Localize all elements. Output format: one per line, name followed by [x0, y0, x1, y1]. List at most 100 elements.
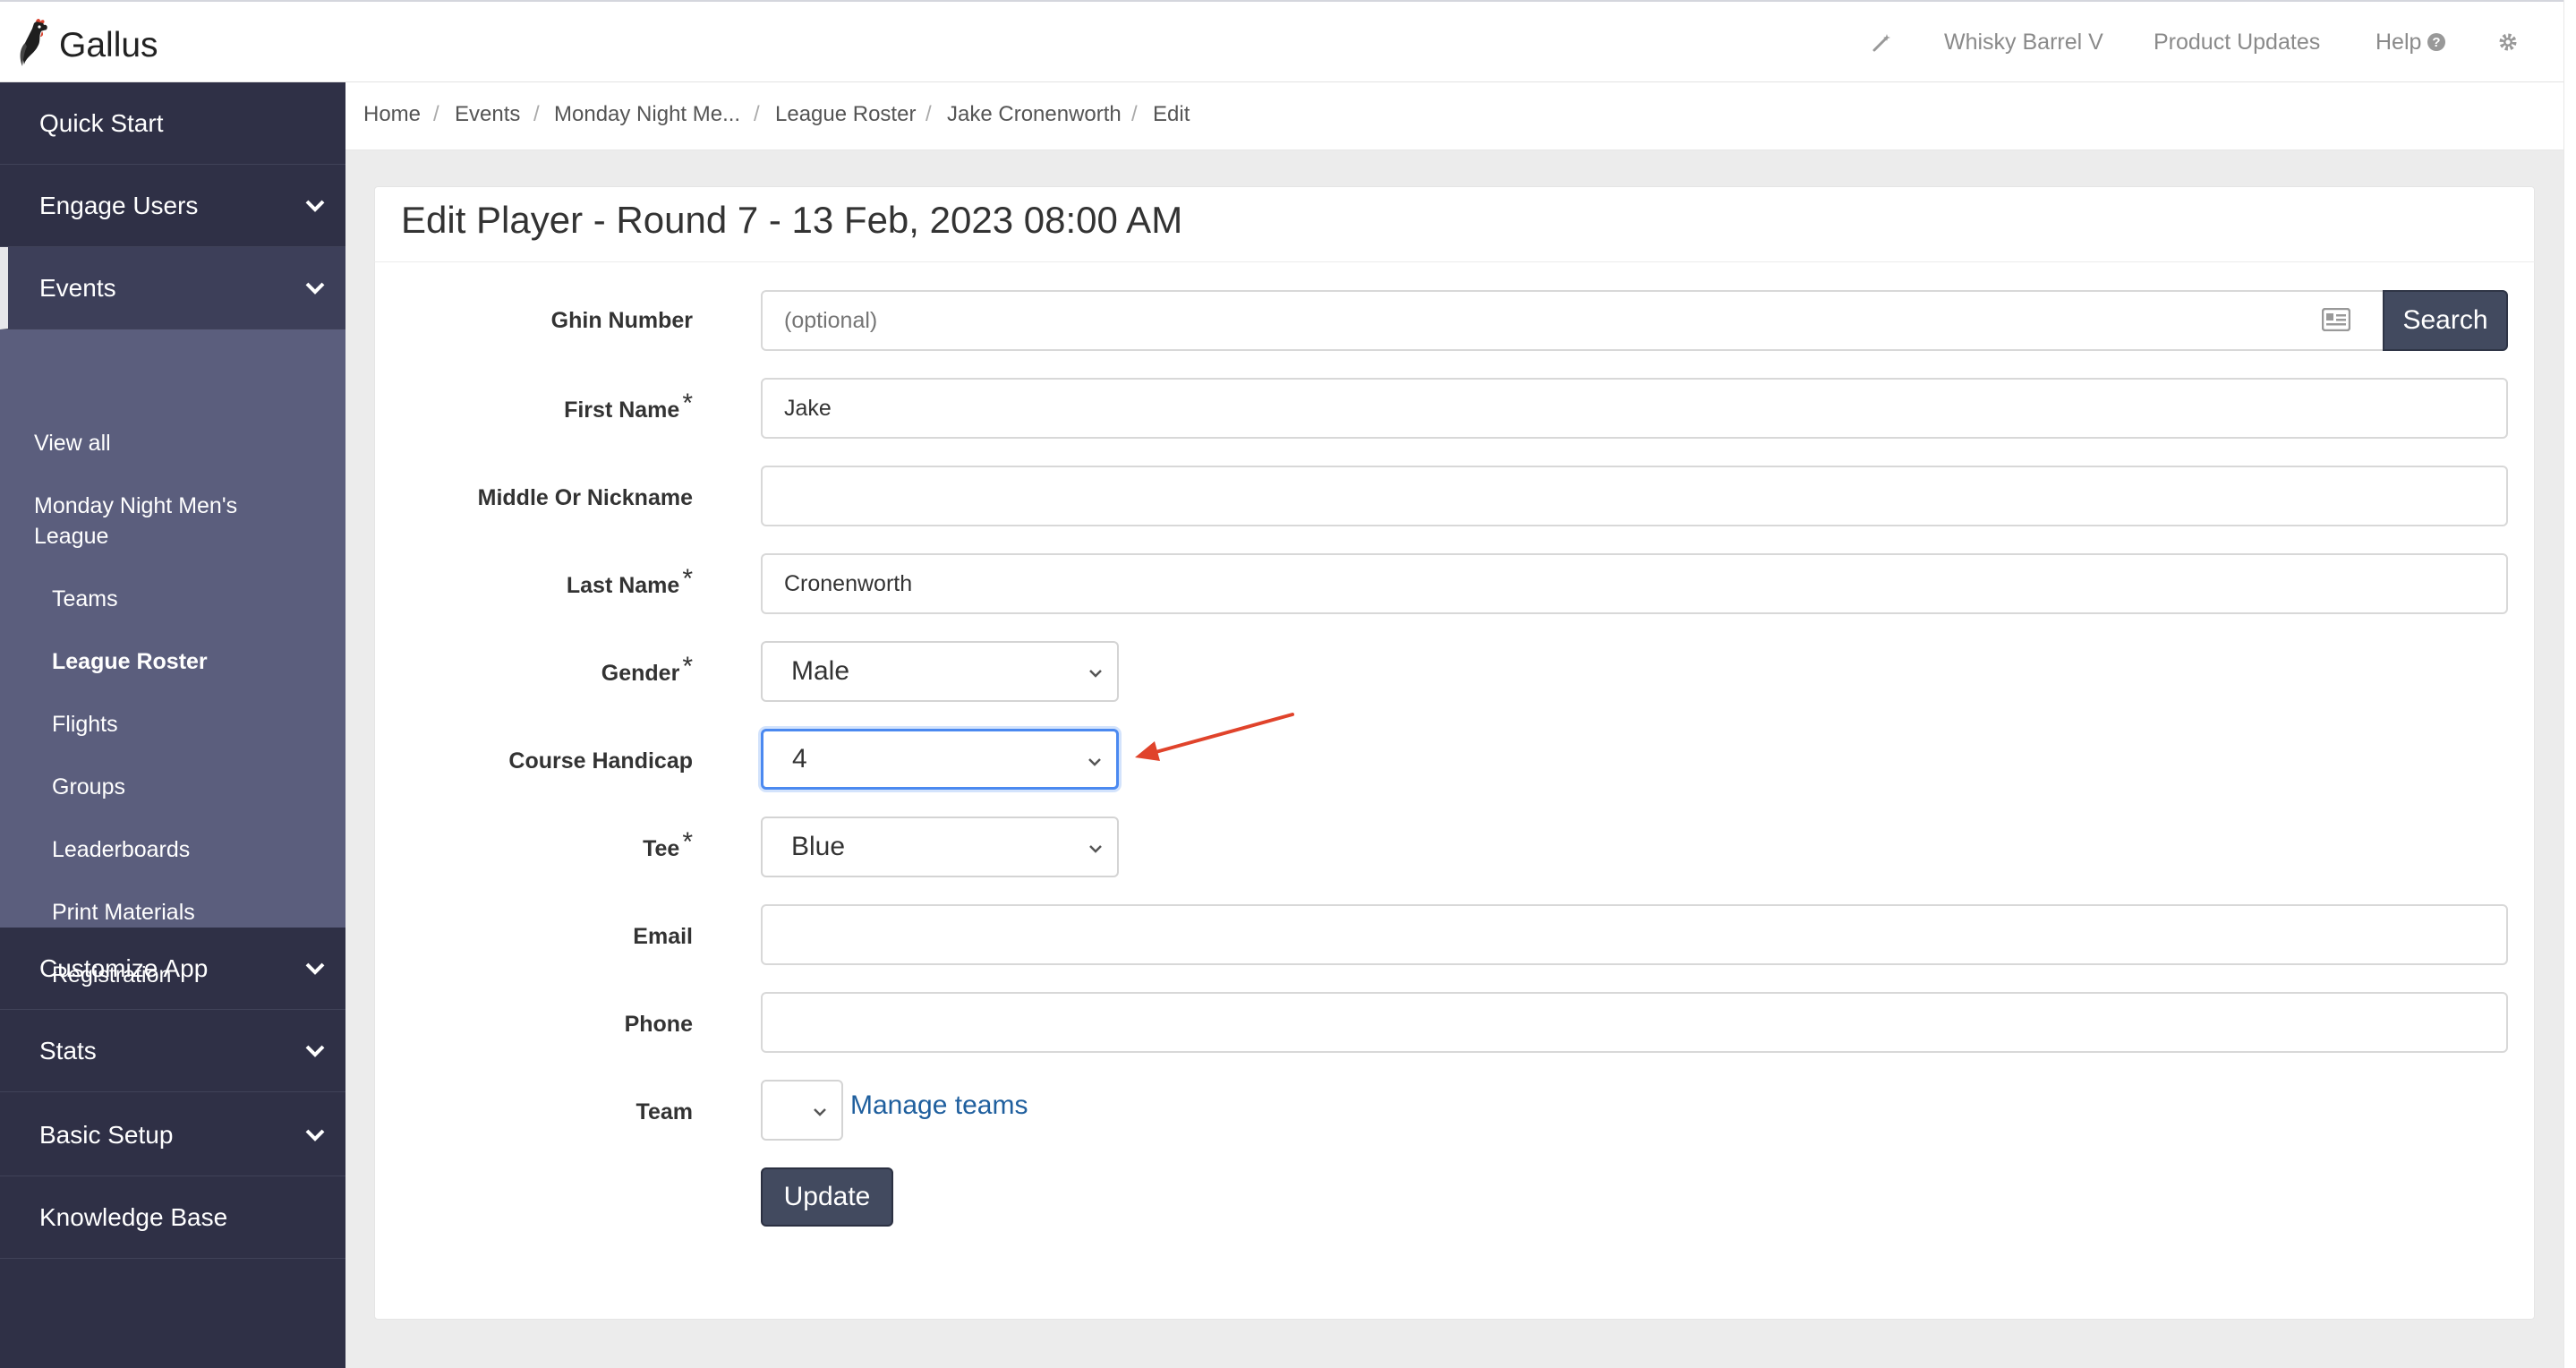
- page-scrollbar[interactable]: [2563, 0, 2576, 1368]
- top-bar: Gallus Whisky Barrel V Product Updates H…: [0, 0, 2563, 82]
- gender-select[interactable]: Male: [761, 641, 1119, 702]
- team-select[interactable]: [761, 1080, 843, 1141]
- last-name-label-text: Last Name: [566, 573, 680, 598]
- breadcrumb: Home / Events / Monday Night Me... / Lea…: [345, 82, 2563, 150]
- tee-select[interactable]: Blue: [761, 817, 1119, 877]
- chevron-down-icon: [305, 962, 325, 975]
- breadcrumb-event[interactable]: Monday Night Me...: [554, 102, 740, 127]
- sidebar-item-customize-app[interactable]: Customize App: [0, 928, 345, 1010]
- required-marker: *: [682, 564, 693, 594]
- question-circle-icon: ?: [2427, 33, 2446, 51]
- first-name-label-text: First Name: [564, 398, 680, 423]
- required-marker: *: [682, 652, 693, 681]
- breadcrumb-separator: /: [433, 102, 439, 126]
- account-menu[interactable]: Whisky Barrel V: [1944, 2, 2103, 82]
- email-field[interactable]: [761, 904, 2508, 965]
- chevron-down-icon: [1089, 845, 1102, 853]
- help-link[interactable]: Help ?: [2376, 2, 2446, 82]
- rooster-logo-icon: [20, 19, 47, 66]
- breadcrumb-separator: /: [533, 102, 540, 126]
- sidebar: Quick Start Engage Users Events View all…: [0, 82, 345, 1368]
- sidebar-item-stats[interactable]: Stats: [0, 1010, 345, 1092]
- submenu-teams[interactable]: Teams: [52, 584, 118, 614]
- gender-label-text: Gender: [601, 661, 680, 686]
- sidebar-item-label: Events: [39, 273, 116, 302]
- sidebar-item-basic-setup[interactable]: Basic Setup: [0, 1094, 345, 1176]
- submenu-league-roster[interactable]: League Roster: [52, 646, 208, 677]
- id-card-icon[interactable]: [2322, 308, 2350, 331]
- middle-name-field[interactable]: [761, 466, 2508, 526]
- first-name-field[interactable]: [761, 378, 2508, 439]
- gear-icon-glyph: [2499, 33, 2517, 51]
- chevron-down-icon: [305, 1045, 325, 1057]
- course-handicap-value: 4: [792, 744, 807, 774]
- chevron-down-icon: [305, 200, 325, 212]
- phone-label: Phone: [624, 1012, 693, 1037]
- ghin-input[interactable]: [761, 290, 2384, 351]
- email-label: Email: [633, 924, 693, 949]
- ghin-label-text: Ghin Number: [550, 308, 693, 333]
- required-marker: *: [682, 827, 693, 857]
- breadcrumb-separator: /: [925, 102, 932, 126]
- app-logo[interactable]: Gallus: [14, 18, 158, 73]
- sidebar-item-label: Basic Setup: [39, 1120, 174, 1149]
- sidebar-item-label: Customize App: [39, 953, 209, 982]
- update-button[interactable]: Update: [761, 1167, 893, 1227]
- last-name-field[interactable]: [761, 553, 2508, 614]
- ghin-label: Ghin Number: [551, 308, 693, 334]
- manage-teams-link[interactable]: Manage teams: [850, 1090, 1028, 1121]
- events-submenu: View all Monday Night Men's League Teams…: [0, 329, 345, 988]
- sidebar-item-knowledge-base[interactable]: Knowledge Base: [0, 1176, 345, 1259]
- sidebar-item-quick-start[interactable]: Quick Start: [0, 82, 345, 165]
- breadcrumb-current: Edit: [1153, 102, 1190, 126]
- submenu-leaderboards[interactable]: Leaderboards: [52, 834, 190, 865]
- help-label: Help: [2376, 29, 2422, 55]
- breadcrumb-separator: /: [1131, 102, 1138, 126]
- chevron-down-icon: [1088, 758, 1101, 766]
- sidebar-item-label: Quick Start: [39, 108, 164, 137]
- gear-icon[interactable]: [2497, 2, 2519, 82]
- submenu-print-materials[interactable]: Print Materials: [52, 897, 195, 928]
- first-name-label: First Name *: [564, 389, 693, 424]
- magic-wand-icon-glyph: [1872, 34, 1890, 52]
- sidebar-item-label: Knowledge Base: [39, 1202, 228, 1231]
- submenu-event-name[interactable]: Monday Night Men's League: [34, 491, 303, 551]
- tee-value: Blue: [791, 832, 846, 861]
- middle-name-label: Middle Or Nickname: [477, 485, 693, 510]
- chevron-down-icon: [305, 1129, 325, 1141]
- gender-value: Male: [791, 656, 850, 686]
- breadcrumb-home[interactable]: Home: [363, 102, 421, 127]
- gender-label: Gender *: [601, 652, 693, 688]
- submenu-view-all[interactable]: View all: [34, 428, 111, 458]
- sidebar-item-label: Engage Users: [39, 191, 199, 219]
- course-handicap-select[interactable]: 4: [761, 729, 1119, 790]
- last-name-label: Last Name *: [566, 564, 693, 600]
- team-label: Team: [635, 1099, 693, 1124]
- sidebar-item-label: Stats: [39, 1036, 97, 1064]
- sidebar-item-events[interactable]: Events: [0, 247, 345, 329]
- breadcrumb-league-roster[interactable]: League Roster: [775, 102, 916, 127]
- page-title: Edit Player - Round 7 - 13 Feb, 2023 08:…: [401, 199, 1183, 241]
- breadcrumb-separator: /: [754, 102, 760, 126]
- phone-field[interactable]: [761, 992, 2508, 1053]
- breadcrumb-events[interactable]: Events: [455, 102, 520, 127]
- breadcrumb-player[interactable]: Jake Cronenworth: [947, 102, 1122, 127]
- chevron-down-icon: [814, 1108, 826, 1116]
- submenu-groups[interactable]: Groups: [52, 772, 125, 802]
- course-handicap-label: Course Handicap: [508, 748, 693, 774]
- edit-player-card: [374, 186, 2535, 1320]
- search-button[interactable]: Search: [2383, 290, 2508, 351]
- card-divider: [374, 261, 2535, 262]
- product-updates-link[interactable]: Product Updates: [2154, 2, 2320, 82]
- sidebar-item-engage-users[interactable]: Engage Users: [0, 165, 345, 247]
- tee-label-text: Tee: [643, 836, 680, 861]
- svg-text:?: ?: [2433, 35, 2441, 50]
- annotation-arrow-icon: [1135, 713, 1294, 761]
- chevron-down-icon: [1089, 670, 1102, 678]
- tee-label: Tee *: [643, 827, 693, 863]
- submenu-flights[interactable]: Flights: [52, 709, 118, 740]
- app-logo-text: Gallus: [59, 26, 158, 64]
- required-marker: *: [682, 389, 693, 418]
- chevron-down-icon: [305, 282, 325, 295]
- magic-wand-icon[interactable]: [1869, 2, 1896, 82]
